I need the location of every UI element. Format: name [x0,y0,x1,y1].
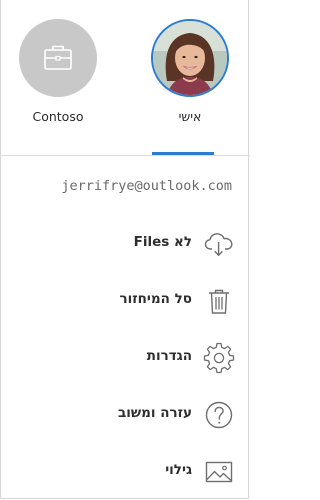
menu-item-discover[interactable]: גילוי [0,450,250,494]
cloud-download-icon [202,227,236,261]
header-divider [0,155,250,156]
menu-item-label: לא Files [133,234,192,250]
menu-item-label: עזרה ומשוב [117,405,192,421]
menu-item-label: גילוי [165,462,192,478]
menu-item-settings[interactable]: הגדרות [0,336,250,380]
account-contoso[interactable]: Contoso [16,19,100,126]
menu-item-recycle-bin[interactable]: סל המיחזור [0,279,250,323]
trash-icon [202,284,236,318]
menu-item-label: הגדרות [146,348,192,364]
avatar [151,19,229,97]
account-email: jerrifrye@outlook.com [61,178,232,194]
profile-photo [153,21,227,95]
menu-item-label: סל המיחזור [119,291,192,307]
account-label-personal: אישי [178,109,202,124]
account-label-contoso: Contoso [32,109,84,124]
briefcase-icon [44,45,72,70]
menu-item-help-feedback[interactable]: עזרה ומשוב [0,393,250,437]
help-icon [202,398,236,432]
contoso-avatar [19,19,97,97]
gear-icon [202,341,236,375]
account-personal[interactable]: אישי [148,19,232,126]
account-switcher: Contoso אישי [0,0,250,158]
image-icon [202,455,236,489]
menu-item-offline-files[interactable]: לא Files [0,222,250,266]
